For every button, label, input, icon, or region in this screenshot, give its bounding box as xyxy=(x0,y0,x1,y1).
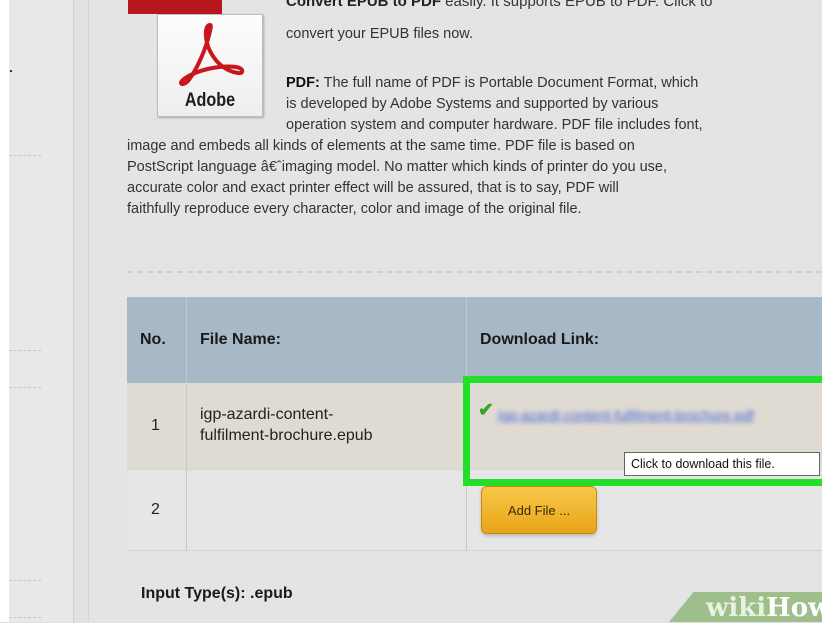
row2-number: 2 xyxy=(151,501,160,518)
headline-bold: Convert EPUB to PDF xyxy=(286,0,442,10)
acrobat-icon xyxy=(179,23,245,87)
download-link[interactable]: igp-azardi-content-fulfilment-brochure.p… xyxy=(478,405,798,425)
download-tooltip: Click to download this file. xyxy=(624,452,820,476)
input-types-label: Input Type(s): .epub xyxy=(141,585,293,602)
adobe-logo-text: Adobe xyxy=(184,90,236,111)
sidebar-rule xyxy=(9,155,41,156)
description-line1-text: The full name of PDF is Portable Documen… xyxy=(319,75,699,91)
sidebar-rule xyxy=(9,387,41,388)
headline: Convert EPUB to PDF easily. It supports … xyxy=(286,0,713,10)
description-line5: PostScript language â€ˆimaging model. No… xyxy=(127,159,668,175)
watermark-how: How xyxy=(766,593,822,623)
headline-line2: convert your EPUB files now. xyxy=(286,26,473,42)
row1-file-name: igp-azardi-content- fulfilment-brochure.… xyxy=(200,404,373,446)
description-line7: faithfully reproduce every character, co… xyxy=(127,201,582,217)
description-line4: image and embeds all kinds of elements a… xyxy=(127,138,635,154)
sidebar-rule xyxy=(9,350,41,351)
description-line2: is developed by Adobe Systems and suppor… xyxy=(286,96,659,112)
header-file-name: File Name: xyxy=(200,297,281,383)
row1-file-name-line2: fulfilment-brochure.epub xyxy=(200,427,373,444)
pdf-logo-banner xyxy=(128,0,222,14)
column-divider xyxy=(186,297,187,551)
row1-number: 1 xyxy=(151,417,160,434)
watermark-wiki: wiki xyxy=(706,593,767,623)
sidebar xyxy=(9,0,73,622)
wikihow-watermark: wikiHow xyxy=(706,593,822,623)
row1-file-name-line1: igp-azardi-content- xyxy=(200,406,334,423)
add-file-button[interactable]: Add File ... xyxy=(481,486,597,534)
header-download-link: Download Link: xyxy=(480,297,600,383)
header-no: No. xyxy=(140,297,166,383)
sidebar-bullet xyxy=(10,70,12,72)
content-divider xyxy=(88,0,89,622)
left-gutter xyxy=(0,0,9,622)
adobe-pdf-logo: Adobe xyxy=(157,14,263,117)
sidebar-rule xyxy=(9,617,41,618)
description-line1: PDF: The full name of PDF is Portable Do… xyxy=(286,73,698,94)
description-label: PDF: xyxy=(286,75,320,91)
sidebar-rule xyxy=(9,580,41,581)
headline-tail: easily. It supports EPUB to PDF. Click t… xyxy=(441,0,713,10)
description-line3: operation system and computer hardware. … xyxy=(286,117,703,133)
sidebar-divider xyxy=(73,0,74,622)
section-divider xyxy=(127,271,822,273)
description-line6: accurate color and exact printer effect … xyxy=(127,180,619,196)
